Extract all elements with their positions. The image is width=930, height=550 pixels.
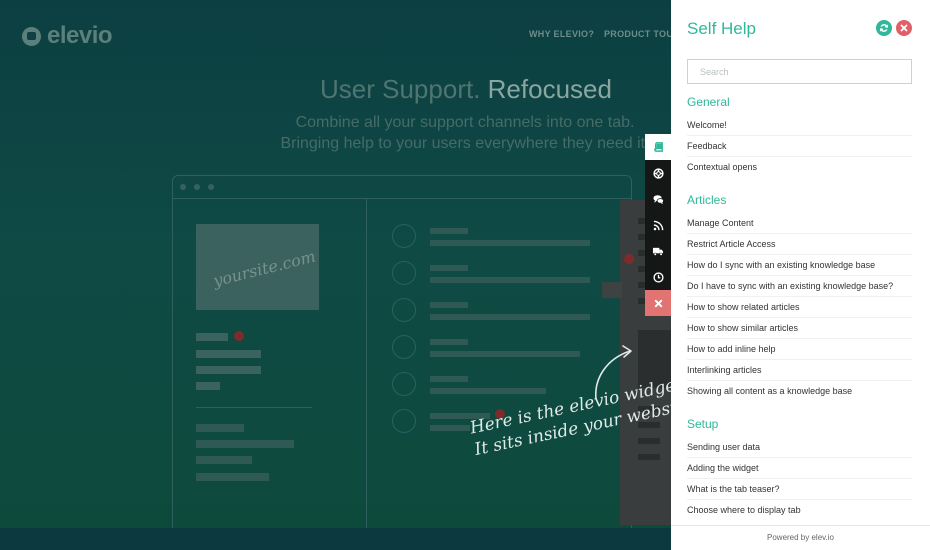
placeholder-line: [196, 350, 261, 358]
placeholder-line: [430, 265, 468, 271]
list-item[interactable]: Showing all content as a knowledge base: [687, 381, 912, 402]
tab-chat[interactable]: [645, 186, 671, 212]
list-item[interactable]: Contextual opens: [687, 157, 912, 178]
mock-device-block: [602, 282, 622, 298]
list-item[interactable]: Restrict Article Access: [687, 234, 912, 255]
logo-mark-icon: [22, 26, 41, 46]
placeholder-line: [430, 240, 590, 246]
placeholder-line: [196, 473, 269, 481]
mock-divider: [172, 198, 632, 199]
nav-product-tour[interactable]: PRODUCT TOUR: [604, 29, 680, 39]
tab-support[interactable]: [645, 160, 671, 186]
truck-icon: [652, 247, 664, 256]
mock-window-dot: [208, 184, 214, 190]
list-item[interactable]: Adding the widget: [687, 458, 912, 479]
list-item[interactable]: How to add inline help: [687, 339, 912, 360]
placeholder-line: [430, 228, 468, 234]
mock-divider: [366, 198, 367, 528]
placeholder-avatar: [392, 335, 416, 359]
list-item[interactable]: How to show related articles: [687, 297, 912, 318]
self-help-panel: Self Help General Welcome! Feedback Cont…: [671, 0, 930, 550]
section-title-setup: Setup: [687, 417, 719, 431]
list-item[interactable]: Choose where to display tab: [687, 500, 912, 521]
tab-knowledge-base[interactable]: [645, 134, 671, 160]
placeholder-line: [430, 302, 468, 308]
section-title-articles: Articles: [687, 193, 727, 207]
mock-site-label: yoursite.com: [211, 246, 318, 291]
search-input[interactable]: [687, 59, 912, 84]
placeholder-line: [196, 456, 252, 464]
widget-tab-bar: [645, 134, 671, 316]
close-panel-button[interactable]: [896, 20, 912, 36]
hotspot-dot: [234, 331, 244, 341]
tab-history[interactable]: [645, 264, 671, 290]
placeholder-line: [430, 277, 590, 283]
tab-delivery[interactable]: [645, 238, 671, 264]
list-item[interactable]: Feedback: [687, 136, 912, 157]
list-item[interactable]: Interlinking articles: [687, 360, 912, 381]
placeholder-line: [196, 440, 294, 448]
logo-text: elevio: [47, 22, 113, 49]
placeholder-line: [430, 425, 470, 431]
close-icon: [654, 299, 662, 307]
list-item[interactable]: Manage Content: [687, 213, 912, 234]
list-item[interactable]: What is the tab teaser?: [687, 479, 912, 500]
refresh-button[interactable]: [876, 20, 892, 36]
refresh-icon: [879, 24, 889, 32]
placeholder-line: [196, 424, 244, 432]
placeholder-line: [430, 351, 580, 357]
placeholder-line: [430, 314, 590, 320]
list-item[interactable]: Sending user data: [687, 437, 912, 458]
book-icon: [653, 141, 663, 152]
mock-divider: [196, 407, 312, 408]
list-item[interactable]: Welcome!: [687, 115, 912, 136]
mock-site-image: yoursite.com: [196, 224, 319, 310]
mock-window-dot: [194, 184, 200, 190]
lifebuoy-icon: [652, 167, 664, 179]
rss-icon: [653, 220, 663, 230]
placeholder-line: [430, 376, 468, 382]
placeholder-avatar: [392, 224, 416, 248]
clock-icon: [652, 271, 664, 283]
tab-close-widget[interactable]: [645, 290, 671, 316]
powered-by-footer[interactable]: Powered by elev.io: [671, 525, 930, 550]
list-item[interactable]: Do I have to sync with an existing knowl…: [687, 276, 912, 297]
list-item[interactable]: How to show similar articles: [687, 318, 912, 339]
placeholder-line: [196, 366, 261, 374]
hotspot-dot: [624, 254, 634, 264]
chat-icon: [652, 194, 664, 204]
section-title-general: General: [687, 95, 730, 109]
placeholder-line: [196, 333, 228, 341]
placeholder-line: [430, 388, 546, 394]
mock-window-dot: [180, 184, 186, 190]
nav-why-elevio[interactable]: WHY ELEVIO?: [529, 29, 594, 39]
close-icon: [900, 24, 908, 32]
placeholder-avatar: [392, 298, 416, 322]
tab-updates[interactable]: [645, 212, 671, 238]
list-item[interactable]: How do I sync with an existing knowledge…: [687, 255, 912, 276]
elevio-logo[interactable]: elevio: [22, 22, 113, 50]
placeholder-avatar: [392, 372, 416, 396]
placeholder-line: [430, 339, 468, 345]
placeholder-avatar: [392, 409, 416, 433]
panel-title: Self Help: [687, 19, 756, 38]
placeholder-line: [196, 382, 220, 390]
placeholder-avatar: [392, 261, 416, 285]
